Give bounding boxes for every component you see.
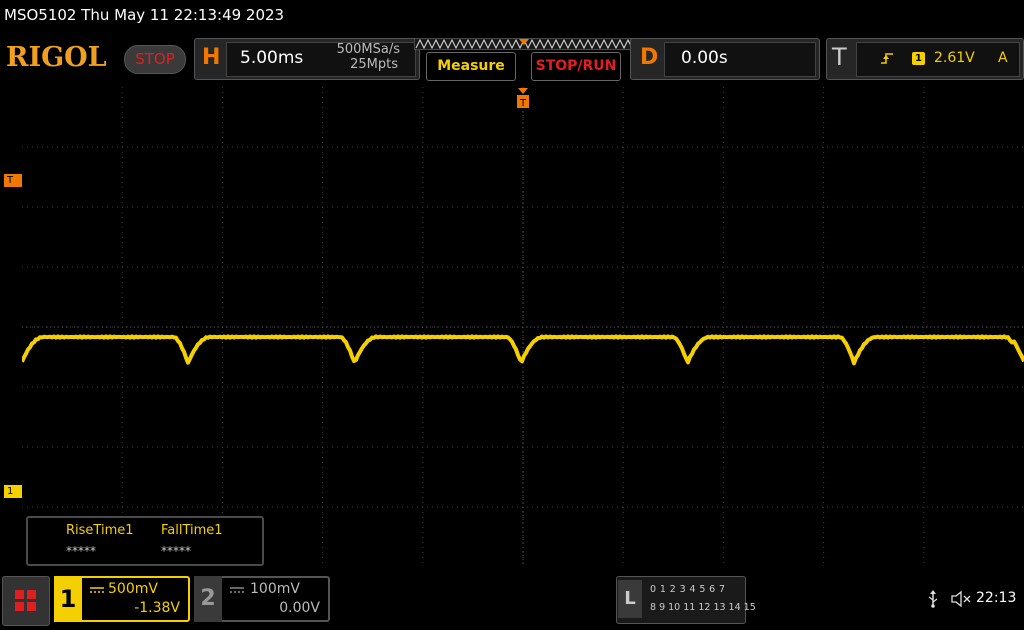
ch1-label: 1 [54,576,82,622]
window-title: MSO5102 Thu May 11 22:13:49 2023 [4,6,285,24]
trigger-level: 2.61V [934,50,975,66]
speaker-muted-icon[interactable] [950,590,972,608]
trigger-source-badge: 1 [912,52,925,65]
timebase-value: 5.00ms [240,48,304,68]
ch2-label: 2 [194,576,222,622]
logic-channels-row: 8 9 10 11 12 13 14 15 [650,602,756,613]
logic-label: L [618,580,642,618]
sample-rate: 500MSa/s [336,42,400,57]
dc-coupling-icon [90,587,104,593]
measurement-value: ***** [66,544,96,558]
dc-coupling-icon [230,587,244,593]
ch1-offset-marker[interactable]: 1 [4,485,22,498]
waveform-display[interactable] [22,87,1024,567]
measurement-label: FallTime1 [161,523,223,538]
trigger-mode: A [998,50,1008,66]
rigol-logo: RIGOL [6,42,107,73]
rising-edge-icon [881,53,893,64]
ch1-offset: -1.38V [134,600,180,616]
measurement-label: RiseTime1 [66,523,134,538]
measure-button[interactable]: Measure [426,52,516,81]
horizontal-label: H [202,45,221,70]
trigger-level-marker[interactable]: T [4,174,22,187]
menu-grid-icon[interactable] [2,576,50,626]
memory-overview-strip[interactable] [414,38,634,50]
clock: 22:13 [976,590,1017,606]
ch2-offset: 0.00V [279,600,320,616]
logic-channels-row: 0 1 2 3 4 5 6 7 [650,584,726,595]
ch1-scale: 500mV [108,581,158,597]
delay-label: D [640,45,659,70]
usb-icon [928,590,938,608]
stop-run-button[interactable]: STOP/RUN [531,52,621,81]
memory-depth: 25Mpts [350,57,398,72]
delay-value: 0.00s [681,48,728,68]
measurement-panel[interactable] [26,516,264,566]
ch2-scale: 100mV [250,581,300,597]
svg-text:T: T [519,98,527,109]
measurement-value: ***** [161,544,191,558]
run-state-badge[interactable]: STOP [124,45,186,74]
trigger-label: T [832,43,847,71]
trigger-position-marker[interactable]: T [516,88,530,110]
